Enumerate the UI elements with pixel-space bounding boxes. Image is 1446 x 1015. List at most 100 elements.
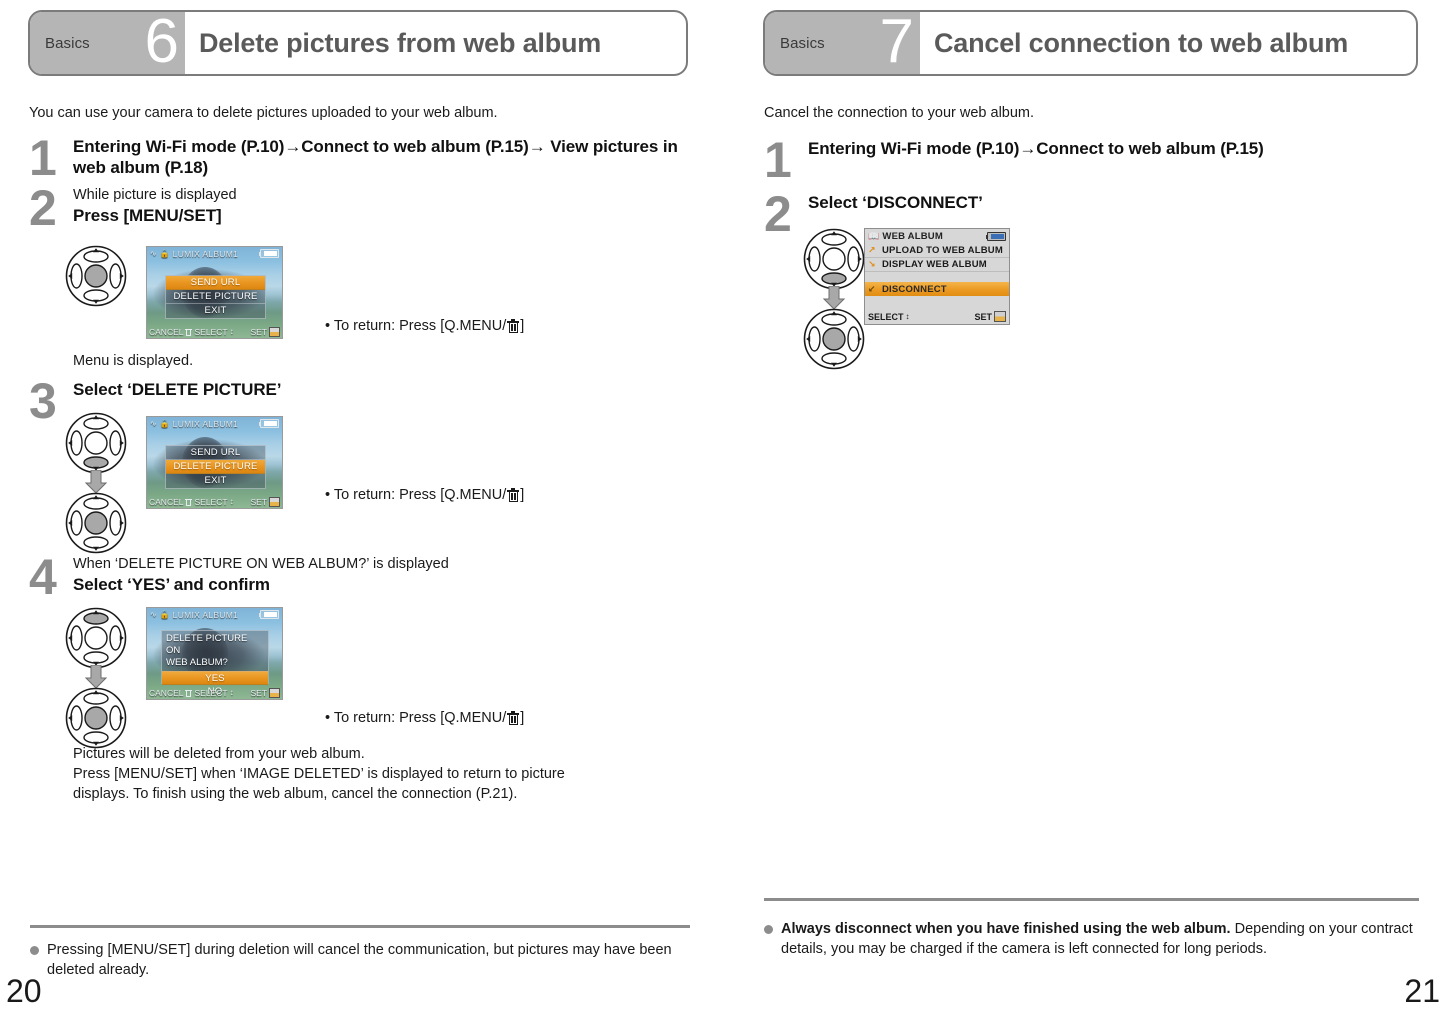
lcd-screen-web-album-menu: 📖 WEB ALBUM ↗ UPLOAD TO WEB ALBUM ↘ DISP… [864, 228, 1010, 325]
lcd-status-bar: ∿ 🔒 LUMIX ALBUM1 [147, 417, 282, 430]
lcd-soft-key-bar: CANCEL SELECT ↕ SET [147, 686, 282, 699]
lcd-menu-item-exit[interactable]: EXIT [166, 474, 265, 488]
wifi-icon: ∿ [150, 249, 157, 258]
lcd-cancel-key: CANCEL [149, 327, 194, 337]
banner-category-block: Basics 7 [765, 12, 920, 74]
wifi-icon: ∿ [150, 419, 157, 428]
dpad-center-press-right [803, 308, 865, 370]
step-number: 1 [29, 130, 57, 186]
battery-icon [259, 610, 279, 619]
disconnect-icon: ↙ [868, 283, 876, 294]
trash-icon [185, 689, 193, 697]
lcd-menu-item-exit[interactable]: EXIT [166, 304, 265, 318]
lcd-menu-item-send-url[interactable]: SEND URL [166, 446, 265, 460]
dpad-down-press-right [803, 228, 865, 290]
trash-icon [507, 319, 520, 333]
step-3-left: 3 Select ‘DELETE PICTURE’ [29, 376, 689, 426]
menu-displayed-note: Menu is displayed. [73, 353, 194, 369]
lcd-confirm-box: DELETE PICTURE ON WEB ALBUM? YES NO [161, 630, 269, 697]
lcd-menu-item-delete-picture[interactable]: DELETE PICTURE [166, 460, 265, 474]
banner-title: Delete pictures from web album [199, 27, 602, 58]
step-2-right: 2 Select ‘DISCONNECT’ [764, 189, 1419, 239]
return-note-2: • To return: Press [Q.MENU/] [325, 487, 525, 503]
updown-icon: ↕ [229, 496, 234, 506]
updown-icon: ↕ [905, 311, 910, 321]
page-number-right: 21 [1404, 973, 1440, 1009]
footer-note-text: Pressing [MENU/SET] during deletion will… [47, 942, 672, 978]
bullet-icon [764, 925, 773, 934]
lcd-menu-item-send-url[interactable]: SEND URL [166, 276, 265, 290]
step-number: 4 [29, 549, 57, 605]
dpad-center-press-step2 [65, 245, 127, 307]
trash-icon [185, 498, 193, 506]
footer-divider-left [30, 925, 690, 928]
closing-line-1: Pictures will be deleted from your web a… [73, 746, 365, 762]
lcd-row-disconnect[interactable]: ↙ DISCONNECT [865, 282, 1009, 296]
step-instruction: Entering Wi-Fi mode (P.10)→Connect to we… [73, 137, 678, 177]
lcd-select-key: SELECT [868, 311, 904, 322]
section-banner-left: Basics 6 Delete pictures from web album [28, 10, 688, 76]
lcd-soft-key-bar: SELECT ↕ SET [865, 309, 1009, 324]
lcd-confirm-question: DELETE PICTURE ON WEB ALBUM? [166, 633, 248, 668]
footer-note-right: Always disconnect when you have finished… [764, 920, 1419, 959]
section-banner-right: Basics 7 Cancel connection to web album [763, 10, 1418, 76]
step-precondition: While picture is displayed [73, 187, 237, 203]
lock-icon: 🔒 [159, 249, 170, 258]
trash-icon [507, 711, 520, 725]
step-2-left: 2 While picture is displayed Press [MENU… [29, 183, 689, 233]
lcd-status-bar: ∿ 🔒 LUMIX ALBUM1 [147, 608, 282, 621]
lcd-confirm-yes[interactable]: YES [162, 671, 268, 685]
lcd-select-key: SELECT ↕ [194, 687, 234, 698]
lcd-menu-box: SEND URL DELETE PICTURE EXIT [165, 445, 266, 489]
menu-set-icon [269, 687, 280, 698]
closing-line-3: displays. To finish using the web album,… [73, 786, 518, 802]
dpad-center-press-step4 [65, 687, 127, 749]
step-instruction: Select ‘DISCONNECT’ [808, 193, 983, 212]
trash-icon [185, 328, 193, 336]
battery-icon [259, 249, 279, 258]
flow-arrow-down-step3 [85, 470, 107, 494]
closing-line-2: Press [MENU/SET] when ‘IMAGE DELETED’ is… [73, 766, 565, 782]
footer-note-strong: Always disconnect when you have finished… [781, 921, 1231, 937]
lcd-screen-confirm-step4: ∿ 🔒 LUMIX ALBUM1 DELETE PICTURE ON WEB A… [146, 607, 283, 700]
lock-icon: 🔒 [159, 610, 170, 619]
step-instruction: Select ‘YES’ and confirm [73, 575, 270, 594]
step-instruction: Select ‘DELETE PICTURE’ [73, 380, 282, 399]
footer-divider-right [764, 898, 1419, 901]
return-note-1: • To return: Press [Q.MENU/] [325, 318, 525, 334]
battery-icon [986, 232, 1006, 241]
step-number: 1 [764, 132, 792, 188]
book-icon: 📖 [868, 231, 880, 241]
dpad-down-press-step3 [65, 412, 127, 474]
lcd-select-key: SELECT ↕ [194, 496, 234, 507]
menu-set-icon [269, 326, 280, 337]
lcd-soft-key-bar: CANCEL SELECT ↕ SET [147, 495, 282, 508]
lcd-select-key: SELECT ↕ [194, 326, 234, 337]
footer-note-text: Always disconnect when you have finished… [781, 920, 1419, 959]
lcd-menu-item-delete-picture[interactable]: DELETE PICTURE [166, 290, 265, 304]
left-page: Basics 6 Delete pictures from web album … [0, 0, 723, 1015]
lcd-row-upload-to-web-album[interactable]: ↗ UPLOAD TO WEB ALBUM [865, 244, 1009, 258]
lcd-screen-menu-step3: ∿ 🔒 LUMIX ALBUM1 SEND URL DELETE PICTURE… [146, 416, 283, 509]
step-instruction: Entering Wi-Fi mode (P.10)→Connect to we… [808, 139, 1264, 158]
display-icon: ↘ [868, 259, 876, 269]
battery-icon [259, 419, 279, 428]
step-number: 2 [29, 180, 57, 236]
menu-set-icon [269, 496, 280, 507]
intro-text-left: You can use your camera to delete pictur… [29, 105, 498, 121]
bullet-icon [30, 946, 39, 955]
footer-note-left: Pressing [MENU/SET] during deletion will… [30, 941, 690, 980]
wifi-icon: ∿ [150, 610, 157, 619]
step-precondition: When ‘DELETE PICTURE ON WEB ALBUM?’ is d… [73, 556, 449, 572]
dpad-center-press-step3 [65, 492, 127, 554]
lcd-album-title: LUMIX ALBUM1 [172, 248, 239, 259]
banner-title: Cancel connection to web album [934, 27, 1349, 58]
upload-icon: ↗ [868, 245, 876, 255]
lcd-status-bar: ∿ 🔒 LUMIX ALBUM1 [147, 247, 282, 260]
updown-icon: ↕ [229, 687, 234, 697]
menu-set-icon [994, 311, 1006, 322]
lcd-cancel-key: CANCEL [149, 497, 194, 507]
lcd-row-display-web-album[interactable]: ↘ DISPLAY WEB ALBUM [865, 258, 1009, 272]
banner-category-block: Basics 6 [30, 12, 185, 74]
return-note-3: • To return: Press [Q.MENU/] [325, 710, 525, 726]
